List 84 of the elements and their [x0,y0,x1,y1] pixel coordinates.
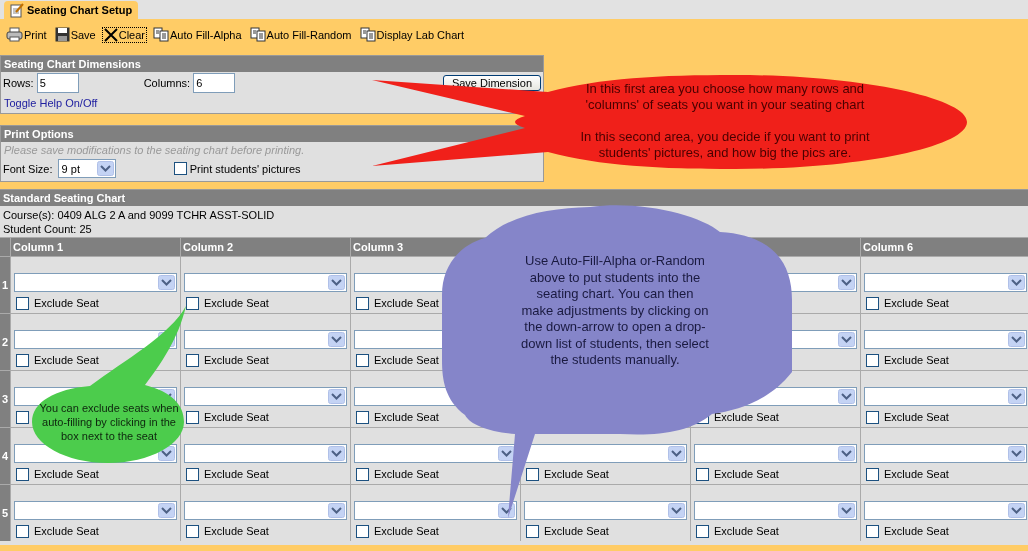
checkbox-label: Exclude Seat [884,468,949,480]
checkbox[interactable] [526,524,539,538]
column-header: Column 2 [180,238,350,256]
input-field[interactable]: 5 [36,73,79,93]
row-header: 3 [0,370,10,427]
checkbox[interactable] [16,353,29,367]
printer-icon [6,27,23,42]
checkbox-label: Exclude Seat [544,468,609,480]
checkbox-label: Exclude Seat [204,297,269,309]
notepad-icon [10,2,24,18]
table-corner [0,238,10,256]
row-header: 4 [0,427,10,484]
toolbar-button[interactable]: Print [4,26,49,43]
checkbox[interactable] [356,353,369,367]
checkbox-label: Exclude Seat [374,468,439,480]
checkbox-label: Exclude Seat [714,525,779,537]
checkbox[interactable] [16,524,29,538]
panel-title: Seating Chart Dimensions [1,56,543,72]
tab[interactable]: Seating Chart Setup [4,1,139,19]
close-icon [103,27,118,42]
toolbar-button[interactable]: Auto Fill-Random [247,26,354,43]
input-field[interactable]: 6 [193,73,236,93]
checkbox[interactable] [356,410,369,424]
checkbox[interactable] [356,467,369,481]
course-text: Course(s): 0409 ALG 2 A and 9099 TCHR ASST-SOLID [3,208,275,222]
checkbox[interactable] [866,353,879,367]
field-label: Columns: [143,77,191,89]
checkbox-label: Exclude Seat [34,297,99,309]
row-header: 1 [0,256,10,313]
row-header: 5 [0,484,10,541]
documents-icon [153,27,169,42]
checkbox[interactable] [866,467,879,481]
toolbar-button[interactable]: Clear [101,26,147,43]
checkbox[interactable] [356,524,369,538]
toolbar-button[interactable]: Display Lab Chart [357,26,466,43]
checkbox[interactable] [16,467,29,481]
note-text: Please save modifications to the seating chart before printing. [4,144,305,156]
checkbox-label: Exclude Seat [544,525,609,537]
checkbox-label: Exclude Seat [374,354,439,366]
checkbox[interactable] [16,296,29,310]
checkbox-label: Print students' pictures [189,162,301,175]
help-link[interactable]: Toggle Help On/Off [4,97,98,109]
checkbox[interactable] [866,296,879,310]
checkbox-label: Exclude Seat [714,411,779,423]
documents-icon [249,27,266,42]
toolbar-button[interactable]: Save [52,26,98,43]
column-header: Column 6 [860,238,1028,256]
checkbox[interactable] [866,410,879,424]
checkbox[interactable] [16,410,29,424]
checkbox-label: Exclude Seat [884,354,949,366]
checkbox[interactable] [696,467,709,481]
checkbox-label: Exclude Seat [884,525,949,537]
checkbox[interactable] [186,296,199,310]
panel-title: Standard Seating Chart [0,190,1028,206]
checkbox-label: Exclude Seat [204,525,269,537]
checkbox-label: Exclude Seat [714,468,779,480]
checkbox[interactable] [356,296,369,310]
checkbox-label: Exclude Seat [884,411,949,423]
checkbox[interactable] [866,524,879,538]
toolbar-button[interactable]: Auto Fill-Alpha [151,26,244,43]
font-size-dropdown[interactable]: 9 pt [57,159,116,178]
checkbox[interactable] [186,353,199,367]
column-header: Column 1 [10,238,180,256]
checkbox-label: Exclude Seat [34,468,99,480]
checkbox-label: Exclude Seat [204,354,269,366]
student-count: Student Count: 25 [3,222,92,236]
checkbox-label: Exclude Seat [374,411,439,423]
checkbox-label: Exclude Seat [204,468,269,480]
checkbox[interactable] [696,524,709,538]
checkbox[interactable] [173,162,187,175]
field-label: Font Size: [3,162,53,175]
checkbox[interactable] [186,410,199,424]
checkbox-label: Exclude Seat [884,297,949,309]
field-label: Rows: [3,77,34,89]
checkbox[interactable] [186,524,199,538]
documents-icon [359,27,376,42]
checkbox-label: Exclude Seat [374,525,439,537]
checkbox[interactable] [526,467,539,481]
row-header: 2 [0,313,10,370]
checkbox-label: Exclude Seat [204,411,269,423]
checkbox-label: Exclude Seat [34,354,99,366]
checkbox-label: Exclude Seat [374,297,439,309]
checkbox-label: Exclude Seat [34,525,99,537]
checkbox[interactable] [186,467,199,481]
